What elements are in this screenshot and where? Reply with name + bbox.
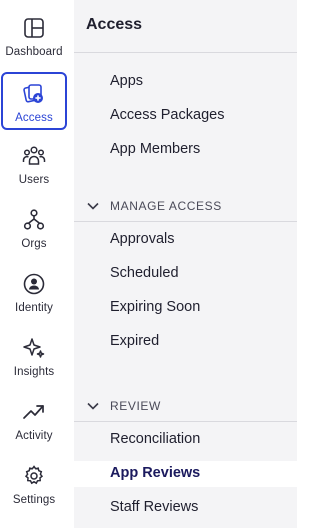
- nav-link-staff-reviews[interactable]: Staff Reviews: [110, 499, 198, 515]
- rail-item-label: Activity: [15, 430, 53, 442]
- rail-item-label: Dashboard: [5, 46, 63, 58]
- rail-item-label: Users: [18, 174, 50, 186]
- identity-icon: [22, 272, 46, 296]
- app-root: Dashboard Access Users Orgs Identity Ins…: [0, 0, 297, 528]
- dashboard-icon: [22, 16, 46, 40]
- rail-item-label: Orgs: [21, 238, 47, 250]
- rail-item-settings[interactable]: Settings: [0, 456, 68, 514]
- primary-nav-rail: Dashboard Access Users Orgs Identity Ins…: [0, 0, 74, 528]
- nav-link-access-packages[interactable]: Access Packages: [110, 107, 224, 123]
- users-icon: [22, 144, 46, 168]
- rail-item-users[interactable]: Users: [0, 136, 68, 194]
- nav-link-expiring-soon[interactable]: Expiring Soon: [110, 299, 200, 315]
- rail-item-label: Identity: [15, 302, 53, 314]
- section-heading: MANAGE ACCESS: [110, 199, 222, 213]
- rail-item-label: Insights: [13, 366, 55, 378]
- section-toggle-manage-access[interactable]: MANAGE ACCESS: [86, 199, 222, 213]
- rail-item-identity[interactable]: Identity: [0, 264, 68, 322]
- panel-title: Access: [86, 16, 143, 33]
- chevron-down-icon: [87, 402, 99, 410]
- section-heading: REVIEW: [110, 399, 161, 413]
- divider: [74, 421, 297, 422]
- divider: [74, 221, 297, 222]
- rail-item-label: Access: [15, 112, 53, 124]
- nav-link-scheduled[interactable]: Scheduled: [110, 265, 179, 281]
- nav-link-apps[interactable]: Apps: [110, 73, 143, 89]
- insights-icon: [22, 336, 46, 360]
- nav-link-expired[interactable]: Expired: [110, 333, 159, 349]
- section-toggle-review[interactable]: REVIEW: [86, 399, 161, 413]
- nav-link-reconciliation[interactable]: Reconciliation: [110, 431, 200, 447]
- rail-item-insights[interactable]: Insights: [0, 328, 68, 386]
- rail-item-orgs[interactable]: Orgs: [0, 200, 68, 258]
- divider: [74, 52, 297, 53]
- access-icon: [22, 82, 46, 106]
- rail-item-label: Settings: [12, 494, 56, 506]
- orgs-icon: [22, 208, 46, 232]
- rail-item-dashboard[interactable]: Dashboard: [0, 8, 68, 66]
- nav-link-app-members[interactable]: App Members: [110, 141, 200, 157]
- rail-item-activity[interactable]: Activity: [0, 392, 68, 450]
- rail-item-access[interactable]: Access: [1, 72, 67, 130]
- activity-icon: [22, 400, 46, 424]
- secondary-nav-panel: Access Apps Access Packages App Members …: [74, 0, 297, 528]
- settings-icon: [22, 464, 46, 488]
- nav-link-approvals[interactable]: Approvals: [110, 231, 174, 247]
- nav-link-app-reviews[interactable]: App Reviews: [110, 465, 200, 481]
- chevron-down-icon: [87, 202, 99, 210]
